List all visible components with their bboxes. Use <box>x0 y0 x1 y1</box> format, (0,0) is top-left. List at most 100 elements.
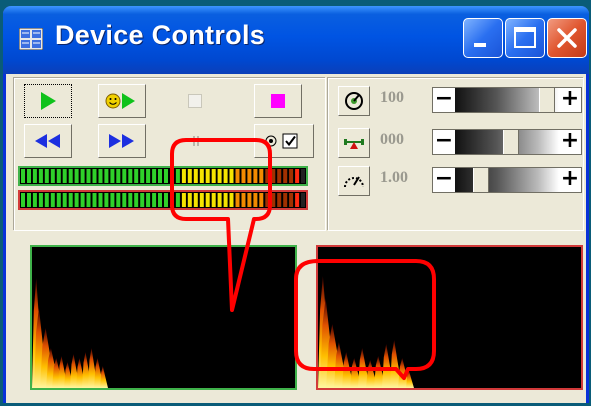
top-meter-segment <box>259 169 264 183</box>
window-title: Device Controls <box>55 20 266 50</box>
top-meter-segment <box>181 169 186 183</box>
play-button[interactable] <box>24 84 72 118</box>
bottom-meter-segment <box>277 193 282 207</box>
slider-thumb[interactable] <box>472 168 489 192</box>
bottom-meter-segment <box>68 193 73 207</box>
top-meter-segment <box>277 169 282 183</box>
close-button[interactable] <box>547 18 587 58</box>
smiley-play-button[interactable] <box>98 84 146 118</box>
top-meter-segment <box>134 169 139 183</box>
balance-button[interactable] <box>338 128 370 158</box>
top-meter-segment <box>68 169 73 183</box>
bottom-meter-segment <box>74 193 79 207</box>
bottom-meter-segment <box>56 193 61 207</box>
dial-slider[interactable]: − + <box>432 87 582 113</box>
bottom-meter-segment <box>217 193 222 207</box>
balance-slider[interactable]: − + <box>432 129 582 155</box>
top-meter-segment <box>247 169 252 183</box>
bottom-meter-segment <box>152 193 157 207</box>
bottom-meter-segment <box>205 193 210 207</box>
dial-button[interactable] <box>338 86 370 116</box>
fast-forward-button[interactable] <box>98 124 146 158</box>
top-meter-segment <box>140 169 145 183</box>
bottom-meter-segment <box>134 193 139 207</box>
bottom-meter-segment <box>253 193 258 207</box>
right-flame <box>406 370 414 388</box>
bottom-meter-segment <box>170 193 174 207</box>
decrease-icon[interactable]: − <box>433 88 455 112</box>
bottom-meter-segment <box>140 193 145 207</box>
top-meter-segment <box>152 169 157 183</box>
top-meter-segment <box>110 169 115 183</box>
rewind-button[interactable] <box>24 124 72 158</box>
speed-slider[interactable]: − + <box>432 167 582 193</box>
increase-icon[interactable]: + <box>559 88 581 112</box>
top-meter-segment <box>199 169 204 183</box>
top-meter-segment <box>235 169 240 183</box>
top-meter-segment <box>158 169 162 183</box>
bottom-meter-segment <box>229 193 234 207</box>
top-meter-segment <box>271 169 276 183</box>
top-meter-segment <box>223 169 228 183</box>
top-meter-segment <box>62 169 67 183</box>
top-meter-segment <box>193 169 198 183</box>
decrease-icon[interactable]: − <box>433 130 455 154</box>
increase-icon[interactable]: + <box>559 168 581 192</box>
top-meter-segment <box>98 169 103 183</box>
record-button[interactable] <box>254 84 302 118</box>
speed-button[interactable] <box>338 166 370 196</box>
title-bar[interactable]: Device Controls <box>3 6 589 74</box>
bottom-meter-segment <box>62 193 67 207</box>
increase-icon[interactable]: + <box>559 130 581 154</box>
top-meter-segment <box>301 169 305 183</box>
top-meter-segment <box>211 169 216 183</box>
top-meter-segment <box>170 169 174 183</box>
bottom-meter-segment <box>98 193 103 207</box>
bottom-meter-segment <box>223 193 228 207</box>
top-meter-segment <box>253 169 258 183</box>
top-meter-segment <box>92 169 97 183</box>
bottom-meter-segment <box>50 193 55 207</box>
slider-thumb[interactable] <box>503 130 520 154</box>
bottom-meter-segment <box>271 193 276 207</box>
bottom-meter-segment <box>44 193 49 207</box>
top-level-meter <box>18 166 308 186</box>
grid-app-icon <box>18 27 44 51</box>
top-meter-segment <box>175 169 180 183</box>
client-area: 100 − + 000 − + 1.00 − + <box>6 74 586 403</box>
bottom-meter-segment <box>146 193 151 207</box>
bottom-meter-segment <box>27 193 31 207</box>
top-meter-segment <box>265 169 270 183</box>
top-meter-segment <box>205 169 210 183</box>
disabled-checkbox-1[interactable] <box>188 94 202 108</box>
top-meter-segment <box>241 169 246 183</box>
bottom-meter-segment <box>187 193 192 207</box>
bottom-meter-segment <box>104 193 109 207</box>
bottom-meter-segment <box>21 193 25 207</box>
top-meter-segment <box>128 169 133 183</box>
top-meter-segment <box>50 169 55 183</box>
top-meter-segment <box>56 169 61 183</box>
top-meter-segment <box>74 169 79 183</box>
top-meter-segment <box>217 169 222 183</box>
minimize-button[interactable] <box>463 18 503 58</box>
bottom-meter-segment <box>92 193 97 207</box>
slider-thumb[interactable] <box>538 88 555 112</box>
bottom-level-meter <box>18 190 308 210</box>
bottom-meter-segment <box>193 193 198 207</box>
disabled-checkbox-2[interactable] <box>188 132 202 146</box>
decrease-icon[interactable]: − <box>433 168 455 192</box>
bottom-meter-segment <box>164 193 168 207</box>
speed-value: 1.00 <box>380 169 408 186</box>
device-controls-window: Device Controls 100 − + 000 − + 1.00 − + <box>3 6 589 403</box>
bottom-meter-segment <box>199 193 204 207</box>
top-meter-segment <box>289 169 294 183</box>
bottom-meter-segment <box>158 193 162 207</box>
left-visualizer <box>30 245 297 390</box>
bottom-meter-segment <box>289 193 294 207</box>
maximize-button[interactable] <box>505 18 545 58</box>
radio-check-button[interactable] <box>254 124 314 158</box>
slider-track[interactable] <box>455 168 559 192</box>
bottom-meter-segment <box>259 193 264 207</box>
bottom-meter-segment <box>235 193 240 207</box>
